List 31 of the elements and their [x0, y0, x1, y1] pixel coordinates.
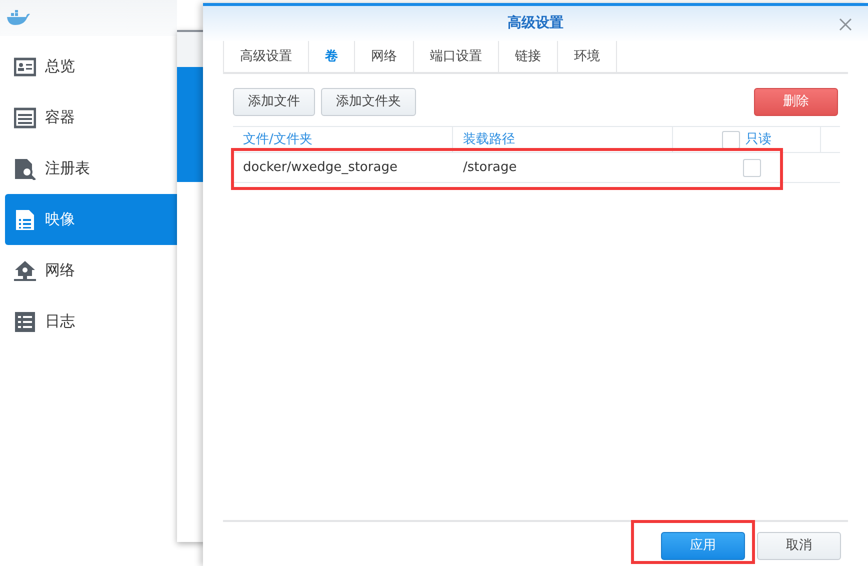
- sidebar-item[interactable]: 总览: [5, 41, 177, 92]
- document-list-icon: [14, 208, 36, 230]
- house-network-icon: [14, 260, 36, 282]
- tab[interactable]: 链接: [498, 41, 557, 72]
- tab[interactable]: 网络: [354, 41, 413, 72]
- tab[interactable]: 卷: [308, 41, 354, 72]
- id-card-icon: [14, 56, 36, 78]
- sidebar-item[interactable]: 容器: [5, 92, 177, 143]
- close-icon[interactable]: [839, 18, 852, 31]
- sidebar-item[interactable]: 网络: [5, 245, 177, 296]
- cancel-button[interactable]: 取消: [757, 532, 841, 560]
- checkbox[interactable]: [743, 158, 761, 176]
- column-header: 文件/文件夹: [243, 130, 312, 149]
- column-header: 装载路径: [463, 130, 515, 149]
- table-cell-text: /storage: [463, 158, 517, 177]
- sidebar-item[interactable]: 注册表: [5, 143, 177, 194]
- whale-icon: [6, 10, 30, 26]
- add-button[interactable]: 添加文件夹: [321, 88, 416, 116]
- sidebar-item[interactable]: 映像: [5, 194, 177, 245]
- tab[interactable]: 环境: [557, 41, 616, 72]
- tab[interactable]: 端口设置: [413, 41, 498, 72]
- document-search-icon: [14, 158, 36, 180]
- column-header: 只读: [746, 130, 772, 149]
- list-icon: [14, 310, 36, 332]
- table-cell-text: docker/wxedge_storage: [243, 158, 398, 177]
- dialog-title: 高级设置: [508, 14, 564, 33]
- checkbox[interactable]: [722, 130, 740, 148]
- add-button[interactable]: 添加文件: [233, 88, 315, 116]
- list-box-icon: [14, 106, 36, 128]
- tab[interactable]: 高级设置: [223, 41, 308, 72]
- sidebar-item[interactable]: 日志: [5, 296, 177, 347]
